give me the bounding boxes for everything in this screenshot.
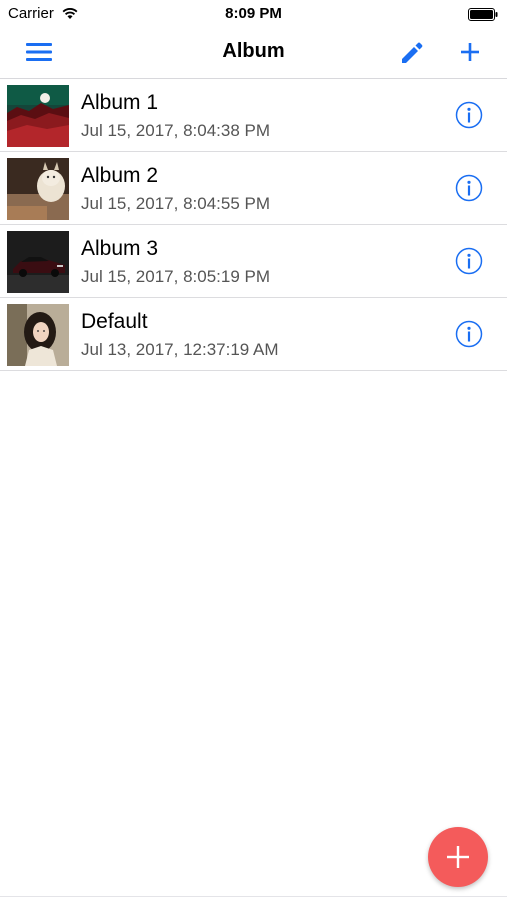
album-row[interactable]: Album 3 Jul 15, 2017, 8:05:19 PM — [0, 225, 507, 298]
album-row[interactable]: Album 2 Jul 15, 2017, 8:04:55 PM — [0, 152, 507, 225]
album-thumbnail — [7, 304, 69, 366]
album-row[interactable]: Album 1 Jul 15, 2017, 8:04:38 PM — [0, 79, 507, 152]
plus-icon — [461, 43, 479, 61]
status-time: 8:09 PM — [225, 5, 282, 22]
floating-add-button[interactable] — [428, 827, 488, 887]
album-info-button[interactable] — [455, 320, 483, 348]
battery-icon — [468, 8, 498, 21]
info-icon — [455, 174, 483, 202]
album-info-button[interactable] — [455, 101, 483, 129]
album-name: Album 2 — [81, 164, 159, 187]
pencil-icon — [402, 42, 423, 63]
add-album-button[interactable] — [456, 38, 484, 66]
album-name: Default — [81, 310, 148, 333]
album-thumbnail — [7, 158, 69, 220]
album-thumbnail — [7, 85, 69, 147]
edit-button[interactable] — [398, 38, 426, 66]
page-title: Album — [222, 40, 285, 62]
navigation-bar: Album — [0, 28, 507, 79]
album-date: Jul 13, 2017, 12:37:19 AM — [81, 340, 279, 359]
info-icon — [455, 101, 483, 129]
bottom-divider — [0, 896, 507, 897]
album-row[interactable]: Default Jul 13, 2017, 12:37:19 AM — [0, 298, 507, 371]
album-info-button[interactable] — [455, 247, 483, 275]
info-icon — [455, 320, 483, 348]
album-date: Jul 15, 2017, 8:04:55 PM — [81, 194, 271, 213]
plus-icon — [447, 846, 469, 868]
status-bar: Carrier 8:09 PM — [0, 0, 507, 28]
album-name: Album 1 — [81, 91, 159, 114]
album-info-button[interactable] — [455, 174, 483, 202]
album-date: Jul 15, 2017, 8:05:19 PM — [81, 267, 271, 286]
album-date: Jul 15, 2017, 8:04:38 PM — [81, 121, 271, 140]
album-list: Album 1 Jul 15, 2017, 8:04:38 PM Album 2… — [0, 79, 507, 371]
info-icon — [455, 247, 483, 275]
album-name: Album 3 — [81, 237, 159, 260]
album-thumbnail — [7, 231, 69, 293]
